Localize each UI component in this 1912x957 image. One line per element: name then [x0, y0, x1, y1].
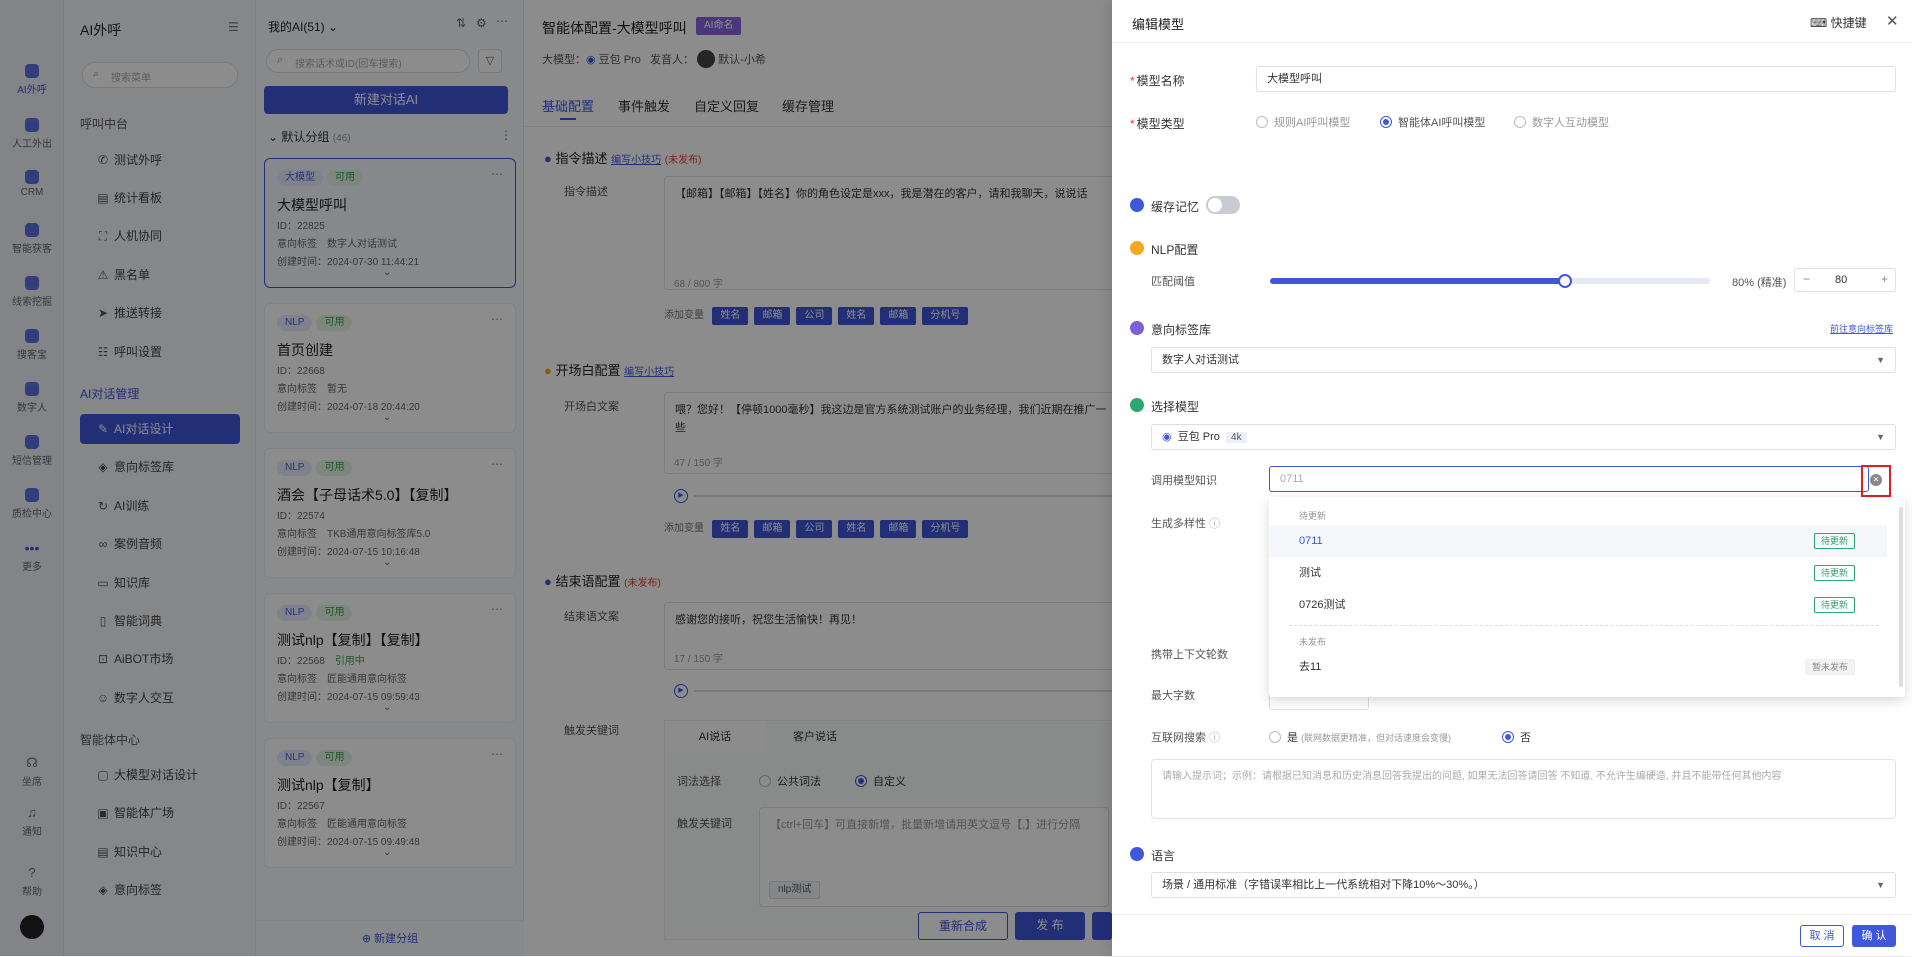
minus-icon[interactable]: −: [1803, 272, 1810, 286]
keyboard-icon: ⌨: [1810, 16, 1828, 30]
status-badge: 待更新: [1813, 597, 1855, 613]
cache-icon: [1130, 198, 1144, 212]
status-badge: 待更新: [1813, 533, 1855, 549]
web-search-no-radio[interactable]: 否: [1502, 729, 1531, 745]
edit-model-drawer: 编辑模型 ⌨ 快捷键 ✕ * 模型名称 大模型呼叫 * 模型类型 规则AI呼叫模型 …: [1112, 0, 1912, 956]
knowledge-select[interactable]: 0711: [1269, 466, 1869, 492]
group-divider: [1289, 625, 1879, 626]
shortcut-button[interactable]: ⌨ 快捷键: [1810, 14, 1867, 31]
plus-icon[interactable]: +: [1881, 272, 1888, 286]
match-stepper[interactable]: − 80 +: [1794, 268, 1896, 292]
dropdown-scrollbar[interactable]: [1899, 507, 1903, 687]
chevron-down-icon: ▼: [1876, 432, 1885, 442]
web-search-yes-radio[interactable]: 是 (联网数据更精准，但对话速度会变慢): [1269, 729, 1451, 745]
match-slider[interactable]: [1270, 274, 1710, 288]
close-icon[interactable]: ✕: [1886, 12, 1899, 30]
goto-intent-lib-link[interactable]: 前往意向标签库: [1830, 322, 1893, 335]
info-icon[interactable]: ⓘ: [1209, 732, 1220, 744]
prompt-textarea[interactable]: 请输入提示词；示例：请根据已知消息和历史消息回答我提出的问题, 如果无法回答请回…: [1151, 759, 1896, 819]
intent-lib-select[interactable]: 数字人对话测试 ▼: [1151, 347, 1896, 373]
match-value: 80% (精准): [1732, 277, 1787, 289]
dropdown-option[interactable]: 测试 待更新: [1269, 557, 1887, 589]
group-pending: 待更新: [1299, 511, 1327, 521]
model-select-icon: [1130, 398, 1144, 412]
chevron-down-icon: ▼: [1876, 880, 1885, 890]
chevron-down-icon: ▼: [1876, 355, 1885, 365]
slider-fill: [1270, 278, 1565, 284]
context-badge: 4k: [1226, 432, 1247, 443]
language-select[interactable]: 场景 / 通用标准（字错误率相比上一代系统相对下降10%～30%。） ▼: [1151, 872, 1896, 898]
type-agent-radio[interactable]: 智能体AI呼叫模型: [1380, 114, 1485, 130]
dropdown-option[interactable]: 0711 待更新: [1269, 525, 1887, 557]
type-rule-radio[interactable]: 规则AI呼叫模型: [1256, 114, 1350, 130]
language-icon: [1130, 847, 1144, 861]
confirm-button[interactable]: 确 认: [1852, 925, 1896, 947]
slider-knob[interactable]: [1557, 274, 1572, 288]
model-name-input[interactable]: 大模型呼叫: [1256, 66, 1896, 92]
intent-lib-icon: [1130, 321, 1144, 335]
status-badge: 待更新: [1813, 565, 1855, 581]
type-digital-radio[interactable]: 数字人互动模型: [1514, 114, 1609, 130]
dropdown-option[interactable]: 0726测试 待更新: [1269, 589, 1887, 621]
info-icon[interactable]: ⓘ: [1209, 518, 1220, 530]
dropdown-option[interactable]: 去11 暂未发布: [1269, 651, 1887, 683]
status-badge: 暂未发布: [1804, 659, 1855, 675]
drawer-title: 编辑模型: [1132, 17, 1185, 32]
modal-overlay[interactable]: [0, 0, 1112, 956]
cancel-button[interactable]: 取 消: [1800, 925, 1844, 947]
cache-toggle[interactable]: [1206, 196, 1240, 214]
nlp-icon: [1130, 241, 1144, 255]
clear-icon[interactable]: ✕: [1870, 474, 1882, 486]
doubao-logo-icon: ◉: [1162, 431, 1172, 443]
group-unpublished: 未发布: [1299, 637, 1327, 647]
model-select[interactable]: ◉ 豆包 Pro 4k ▼: [1151, 424, 1896, 450]
knowledge-dropdown: 待更新 0711 待更新 测试 待更新 0726测试 待更新 未发布 去11 暂未发布: [1269, 497, 1905, 697]
